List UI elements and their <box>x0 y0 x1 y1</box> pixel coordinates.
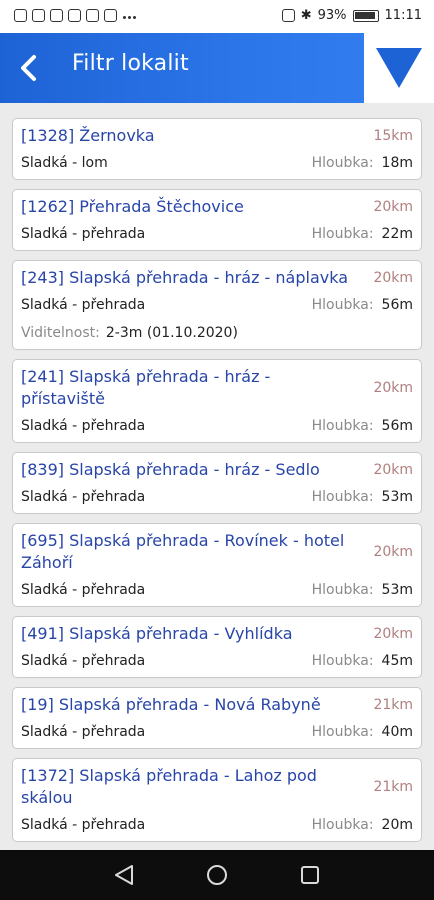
clock: 11:11 <box>384 8 422 23</box>
location-depth: Hloubka: 45m <box>312 651 413 671</box>
depth-value: 20m <box>381 817 413 833</box>
location-name: [241] Slapská přehrada - hráz - přístavi… <box>21 367 271 408</box>
location-distance: 20km <box>373 462 413 478</box>
location-depth: Hloubka: 53m <box>312 580 413 600</box>
depth-value: 53m <box>381 489 413 505</box>
location-type: Sladká - přehrada <box>21 582 146 598</box>
status-icons-right: ✱ 93% 11:11 <box>281 8 422 23</box>
app-icon <box>68 9 81 22</box>
back-button[interactable] <box>12 51 46 85</box>
depth-label: Hloubka: <box>311 489 374 505</box>
depth-value: 18m <box>381 155 413 171</box>
system-navigation-bar <box>0 850 434 900</box>
depth-value: 53m <box>381 582 413 598</box>
location-name: [1328] Žernovka <box>21 126 155 145</box>
location-depth: Hloubka: 56m <box>312 416 413 436</box>
depth-value: 56m <box>381 418 413 434</box>
depth-label: Hloubka: <box>311 155 374 171</box>
location-depth: Hloubka: 22m <box>312 224 413 244</box>
location-depth: Hloubka: 53m <box>312 487 413 507</box>
depth-label: Hloubka: <box>311 653 374 669</box>
depth-label: Hloubka: <box>311 582 374 598</box>
back-arrow-icon <box>21 55 36 81</box>
depth-value: 56m <box>381 297 413 313</box>
location-type: Sladká - přehrada <box>21 418 146 434</box>
app-icon <box>50 9 63 22</box>
nav-recents-icon[interactable] <box>298 864 322 886</box>
filter-button[interactable] <box>364 33 434 103</box>
depth-value: 45m <box>381 653 413 669</box>
location-distance: 20km <box>373 380 413 396</box>
location-type: Sladká - přehrada <box>21 489 146 505</box>
depth-value: 40m <box>381 724 413 740</box>
location-type: Sladká - přehrada <box>21 724 146 740</box>
location-card[interactable]: [243] Slapská přehrada - hráz - náplavka… <box>12 260 422 350</box>
location-name: [839] Slapská přehrada - hráz - Sedlo <box>21 460 320 479</box>
notification-icon <box>14 9 27 22</box>
location-name: [1262] Přehrada Štěchovice <box>21 197 244 216</box>
location-visibility: Viditelnost: 2-3m (01.10.2020) <box>21 323 413 343</box>
location-depth: Hloubka: 40m <box>312 722 413 742</box>
nfc-icon <box>281 9 295 22</box>
depth-label: Hloubka: <box>311 724 374 740</box>
location-type: Sladká - přehrada <box>21 653 146 669</box>
more-notifications-icon <box>122 8 137 23</box>
location-list[interactable]: [1328] Žernovka 15km Sladká - lom Hloubk… <box>12 118 422 850</box>
location-name: [1372] Slapská přehrada - Lahoz pod skál… <box>21 766 317 807</box>
location-depth: Hloubka: 20m <box>312 815 413 835</box>
app-icon <box>104 9 117 22</box>
wifi-icon <box>32 9 45 22</box>
location-card[interactable]: [695] Slapská přehrada - Rovínek - hotel… <box>12 523 422 607</box>
location-distance: 20km <box>373 626 413 642</box>
filter-triangle-icon <box>376 48 422 88</box>
app-icon <box>86 9 99 22</box>
location-name: [243] Slapská přehrada - hráz - náplavka <box>21 268 349 287</box>
location-card[interactable]: [19] Slapská přehrada - Nová Rabyně 21km… <box>12 687 422 749</box>
location-depth: Hloubka: 18m <box>312 153 413 173</box>
location-card[interactable]: [1262] Přehrada Štěchovice 20km Sladká -… <box>12 189 422 251</box>
visibility-value: 2-3m (01.10.2020) <box>105 325 238 341</box>
depth-label: Hloubka: <box>311 418 374 434</box>
location-card[interactable]: [1372] Slapská přehrada - Lahoz pod skál… <box>12 758 422 842</box>
location-type: Sladká - lom <box>21 155 108 171</box>
bluetooth-icon: ✱ <box>300 8 312 23</box>
status-icons-left <box>14 8 137 23</box>
location-card[interactable]: [1328] Žernovka 15km Sladká - lom Hloubk… <box>12 118 422 180</box>
location-distance: 20km <box>373 270 413 286</box>
location-distance: 15km <box>373 128 413 144</box>
location-distance: 21km <box>373 697 413 713</box>
battery-icon <box>352 9 379 22</box>
app-bar: Filtr lokalit <box>0 33 434 103</box>
nav-back-icon[interactable] <box>112 864 136 886</box>
location-card[interactable]: [241] Slapská přehrada - hráz - přístavi… <box>12 359 422 443</box>
location-card[interactable]: [839] Slapská přehrada - hráz - Sedlo 20… <box>12 452 422 514</box>
page-title: Filtr lokalit <box>72 51 189 76</box>
location-name: [491] Slapská přehrada - Vyhlídka <box>21 624 293 643</box>
location-distance: 20km <box>373 199 413 215</box>
depth-label: Hloubka: <box>311 297 374 313</box>
location-type: Sladká - přehrada <box>21 297 146 313</box>
location-type: Sladká - přehrada <box>21 817 146 833</box>
status-bar: ✱ 93% 11:11 <box>0 0 434 33</box>
battery-percentage: 93% <box>317 8 347 23</box>
location-name: [695] Slapská přehrada - Rovínek - hotel… <box>21 531 345 572</box>
location-card[interactable]: [491] Slapská přehrada - Vyhlídka 20km S… <box>12 616 422 678</box>
visibility-label: Viditelnost: <box>21 325 100 341</box>
location-distance: 20km <box>373 544 413 560</box>
location-type: Sladká - přehrada <box>21 226 146 242</box>
location-depth: Hloubka: 56m <box>312 295 413 315</box>
depth-label: Hloubka: <box>311 817 374 833</box>
location-name: [19] Slapská přehrada - Nová Rabyně <box>21 695 321 714</box>
location-distance: 21km <box>373 779 413 795</box>
depth-value: 22m <box>381 226 413 242</box>
nav-home-icon[interactable] <box>205 864 229 886</box>
depth-label: Hloubka: <box>311 226 374 242</box>
